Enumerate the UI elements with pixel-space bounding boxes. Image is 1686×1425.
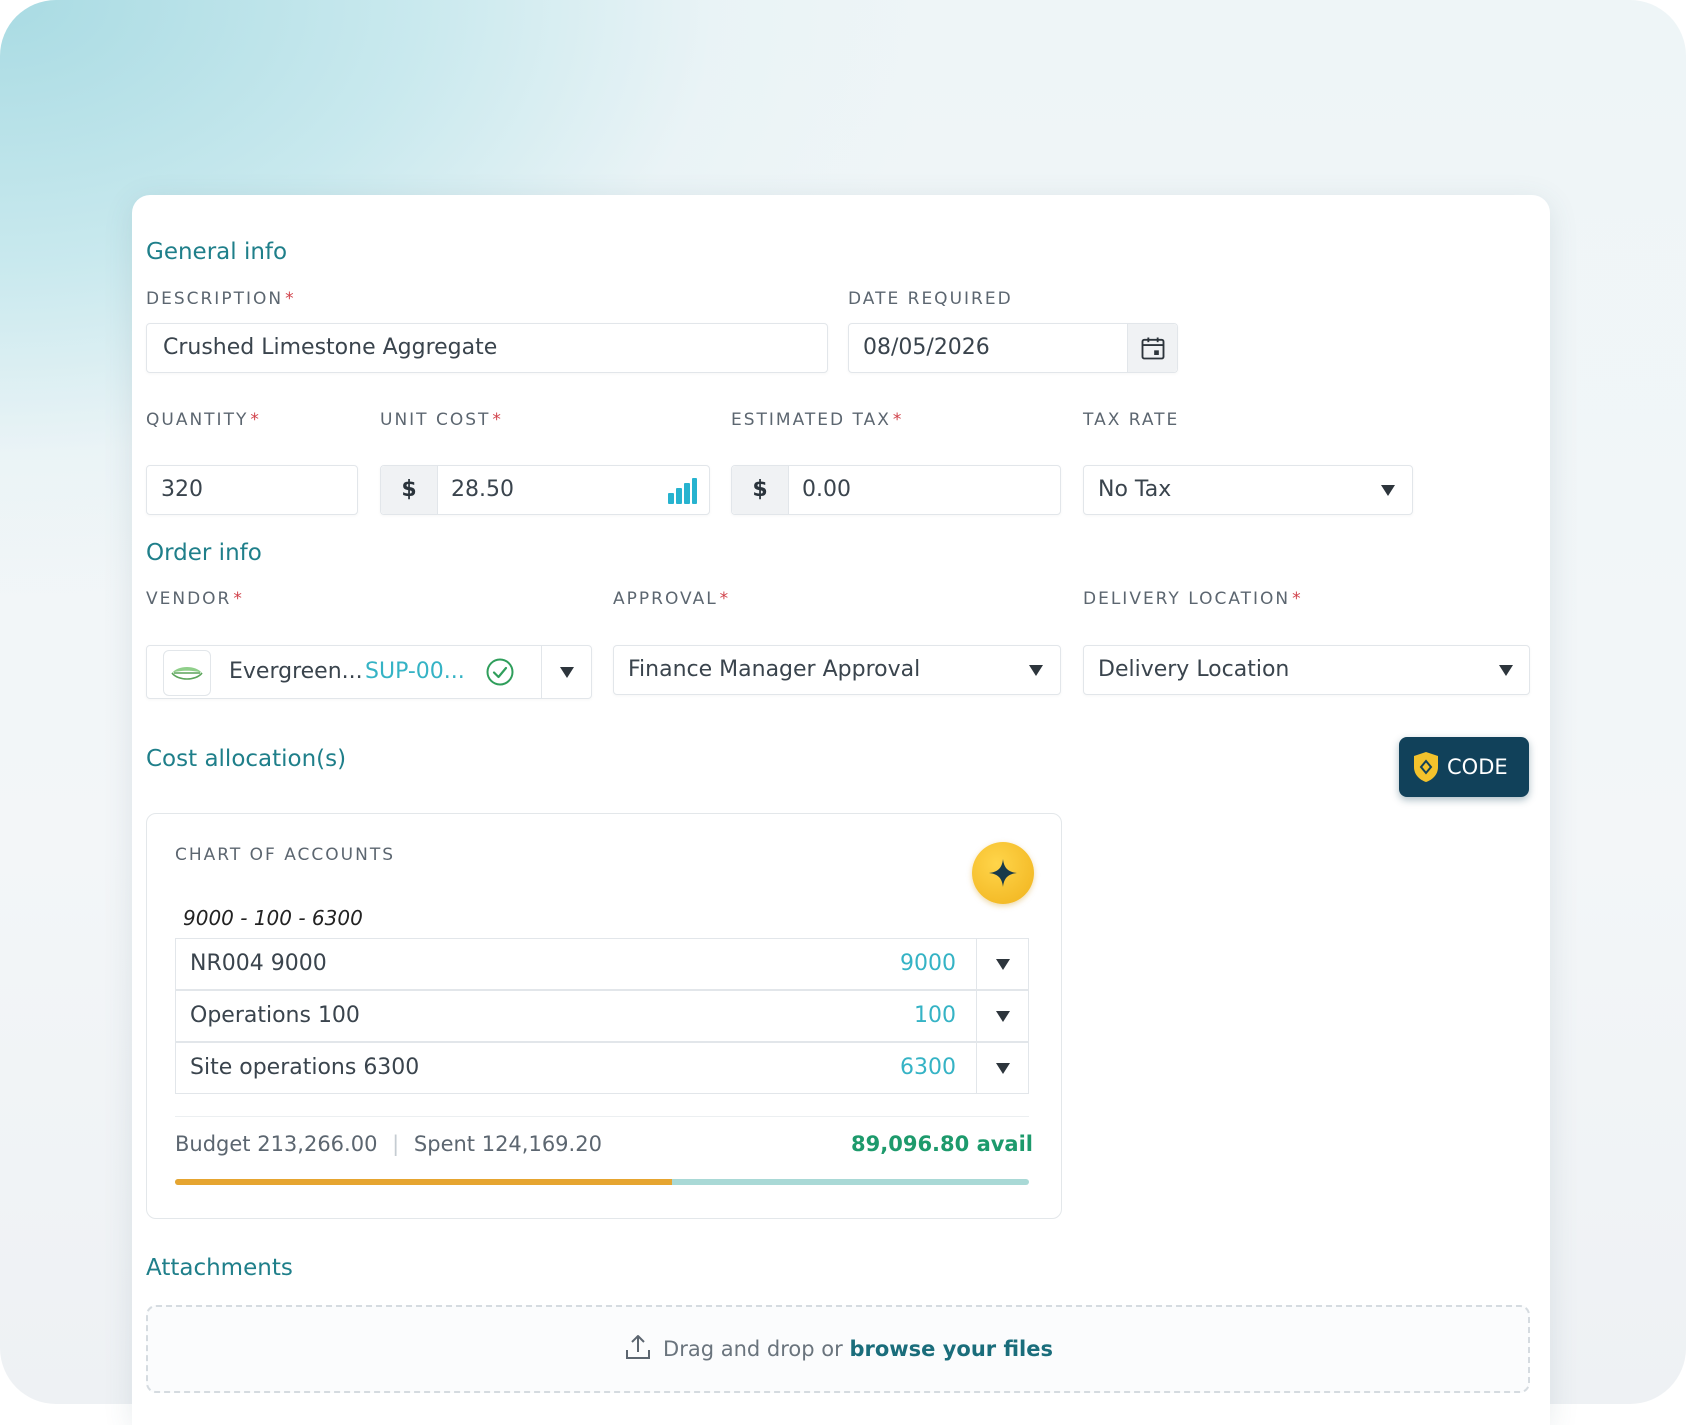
budget-separator: | (392, 1132, 400, 1156)
check-circle-icon (486, 658, 514, 686)
estimated-tax-input[interactable]: $ 0.00 (731, 465, 1061, 515)
description-input[interactable]: Crushed Limestone Aggregate (146, 323, 828, 373)
chevron-down-icon[interactable] (996, 1011, 1010, 1022)
code-button[interactable]: CODE (1399, 737, 1529, 797)
account-name: Operations 100 (190, 1003, 360, 1028)
currency-prefix: $ (732, 466, 789, 514)
delivery-location-value: Delivery Location (1098, 657, 1290, 682)
calendar-button[interactable] (1128, 324, 1177, 372)
budget-total: Budget 213,266.00 (175, 1132, 378, 1156)
approval-value: Finance Manager Approval (628, 657, 921, 682)
vendor-code: SUP-00... (365, 659, 465, 684)
vendor-select[interactable]: Evergreen... SUP-00... (146, 645, 592, 699)
tax-rate-value: No Tax (1098, 477, 1172, 502)
budget-summary: Budget 213,266.00 | Spent 124,169.20 (175, 1132, 602, 1156)
chevron-down-icon (1499, 665, 1513, 676)
budget-progress-fill (175, 1179, 673, 1185)
browse-files-link[interactable]: browse your files (849, 1337, 1053, 1361)
vendor-logo (163, 650, 211, 696)
description-label: DESCRIPTION * (146, 289, 296, 309)
section-general-info: General info (146, 239, 288, 265)
quantity-input[interactable]: 320 (146, 465, 358, 515)
chart-of-accounts-panel: CHART OF ACCOUNTS 9000 - 100 - 6300 NR00… (146, 813, 1062, 1219)
file-drop-zone[interactable]: Drag and drop or browse your files (146, 1305, 1530, 1393)
estimated-tax-label: ESTIMATED TAX * (731, 410, 904, 430)
code-badge-icon (1414, 752, 1438, 782)
bar-chart-icon[interactable] (667, 477, 697, 505)
quantity-label: QUANTITY * (146, 410, 261, 430)
account-row[interactable]: Site operations 6300 6300 (175, 1042, 1029, 1094)
code-button-label: CODE (1447, 755, 1508, 779)
delivery-location-label: DELIVERY LOCATION * (1083, 589, 1303, 609)
chevron-down-icon[interactable] (996, 1063, 1010, 1074)
section-cost-allocation: Cost allocation(s) (146, 746, 347, 772)
account-name: Site operations 6300 (190, 1055, 420, 1080)
section-attachments: Attachments (146, 1255, 293, 1281)
chevron-down-icon[interactable] (560, 667, 574, 678)
account-code: 100 (914, 1003, 956, 1028)
chevron-down-icon (1029, 665, 1043, 676)
vendor-logo-icon (171, 667, 203, 680)
date-required-input[interactable]: 08/05/2026 (848, 323, 1178, 373)
account-code: 6300 (900, 1055, 956, 1080)
chevron-down-icon[interactable] (996, 959, 1010, 970)
estimated-tax-value: 0.00 (802, 477, 851, 502)
section-order-info: Order info (146, 540, 262, 566)
vendor-name: Evergreen... (229, 659, 363, 684)
ai-assist-button[interactable] (972, 842, 1034, 904)
approval-label: APPROVAL * (613, 589, 731, 609)
delivery-location-select[interactable]: Delivery Location (1083, 645, 1530, 695)
chart-of-accounts-title: CHART OF ACCOUNTS (175, 845, 395, 865)
chevron-down-icon (1381, 485, 1395, 496)
sparkle-icon (989, 859, 1017, 887)
currency-prefix: $ (381, 466, 438, 514)
vendor-label: VENDOR * (146, 589, 244, 609)
account-name: NR004 9000 (190, 951, 327, 976)
drop-zone-text: Drag and drop or (663, 1337, 843, 1361)
tax-rate-label: TAX RATE (1083, 410, 1180, 430)
date-required-value: 08/05/2026 (863, 335, 990, 360)
requisition-form-card: General info DESCRIPTION * Crushed Limest… (132, 195, 1550, 1425)
budget-available: 89,096.80 avail (851, 1132, 1033, 1156)
tax-rate-select[interactable]: No Tax (1083, 465, 1413, 515)
approval-select[interactable]: Finance Manager Approval (613, 645, 1061, 695)
account-row[interactable]: Operations 100 100 (175, 990, 1029, 1042)
description-value: Crushed Limestone Aggregate (163, 335, 498, 360)
date-required-label: DATE REQUIRED (848, 289, 1013, 309)
budget-progress-bar (175, 1179, 1029, 1185)
upload-icon (626, 1335, 651, 1359)
budget-spent: Spent 124,169.20 (413, 1132, 602, 1156)
unit-cost-input[interactable]: $ 28.50 (380, 465, 710, 515)
unit-cost-label: UNIT COST * (380, 410, 503, 430)
account-row[interactable]: NR004 9000 9000 (175, 938, 1029, 990)
account-combination: 9000 - 100 - 6300 (183, 906, 363, 930)
account-code: 9000 (900, 951, 956, 976)
unit-cost-value: 28.50 (451, 477, 514, 502)
quantity-value: 320 (161, 477, 203, 502)
calendar-icon (1141, 337, 1165, 360)
